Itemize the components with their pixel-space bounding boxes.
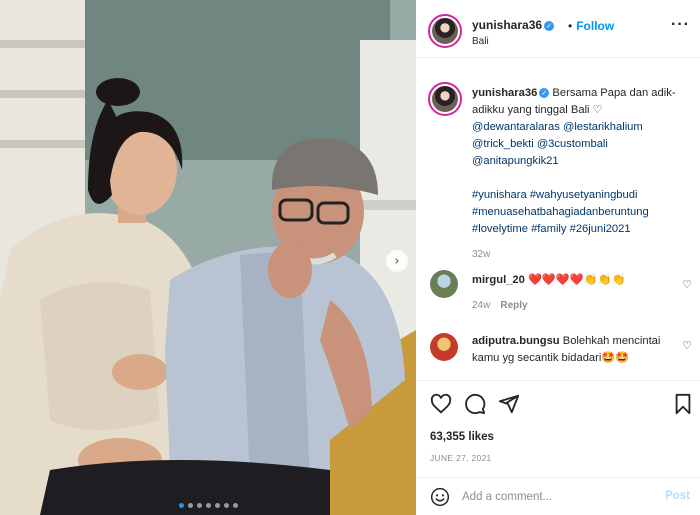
- comment-reply-button[interactable]: Reply: [500, 300, 527, 311]
- likes-count[interactable]: 63,355 likes: [430, 431, 494, 443]
- post-location[interactable]: Bali: [472, 36, 489, 47]
- commenter-avatar[interactable]: [430, 270, 458, 298]
- caption-mention[interactable]: @anitapungkik21: [472, 155, 559, 167]
- follow-button[interactable]: • Follow: [568, 19, 614, 33]
- caption-time[interactable]: 32w: [472, 246, 490, 263]
- caption-avatar[interactable]: [428, 82, 462, 116]
- photo-illustration: [0, 0, 416, 515]
- next-photo-button[interactable]: ›: [386, 250, 408, 272]
- commenter-avatar[interactable]: [430, 333, 458, 361]
- caption-username[interactable]: yunishara36: [472, 87, 537, 99]
- comment-text: adiputra.bungsu Bolehkah mencintai kamu …: [472, 333, 672, 367]
- comment-time[interactable]: 24w: [472, 300, 490, 311]
- post-header: yunishara36 ✓ • Follow Bali ···: [416, 0, 700, 58]
- comment-like-heart-icon[interactable]: ♡: [682, 278, 692, 291]
- caption-mention[interactable]: @lestarikhalium: [563, 121, 643, 133]
- carousel-dot: [205, 503, 211, 508]
- instagram-post-modal: › yunishara36 ✓ • Follow Bali ··· yunish…: [0, 0, 700, 515]
- share-icon[interactable]: [498, 393, 520, 415]
- chevron-right-icon: ›: [394, 253, 400, 269]
- post-side-panel: yunishara36 ✓ • Follow Bali ··· yunishara3…: [416, 0, 700, 515]
- carousel-dot: [196, 503, 202, 508]
- carousel-dot: [214, 503, 220, 508]
- caption-mention[interactable]: @trick_bekti: [472, 138, 534, 150]
- follow-button-label[interactable]: Follow: [576, 19, 614, 33]
- comment-username[interactable]: mirgul_20: [472, 274, 525, 286]
- carousel-dot: [187, 503, 193, 508]
- header-separator: •: [568, 19, 573, 33]
- author-avatar[interactable]: [428, 14, 462, 48]
- verified-badge-icon: ✓: [544, 21, 555, 31]
- comment-body: ❤️❤️❤️❤️👏👏👏: [527, 274, 626, 286]
- carousel-dot: [232, 503, 238, 508]
- comment-icon[interactable]: [464, 393, 486, 415]
- comment-text: mirgul_20 ❤️❤️❤️❤️👏👏👏: [472, 272, 672, 289]
- carousel-dot: [178, 503, 184, 508]
- heart-icon[interactable]: [430, 393, 452, 415]
- post-caption: yunishara36 ✓ Bersama Papa dan adik-adikk…: [472, 85, 692, 263]
- carousel-indicator: [0, 503, 416, 508]
- author-username-text[interactable]: yunishara36: [472, 18, 542, 32]
- bookmark-icon[interactable]: [672, 393, 694, 415]
- caption-hashtags[interactable]: #yunishara #wahyusetyaningbudi #menuaseh…: [472, 189, 649, 235]
- carousel-dot: [223, 503, 229, 508]
- more-icon[interactable]: ···: [671, 16, 690, 34]
- post-comment-button[interactable]: Post: [665, 490, 690, 502]
- caption-mention[interactable]: @dewantaralaras: [472, 121, 560, 133]
- post-actions: 63,355 likes JUNE 27, 2021: [416, 380, 700, 480]
- comment-like-heart-icon[interactable]: ♡: [682, 339, 692, 352]
- comment-meta: 24w Reply: [472, 300, 528, 311]
- caption-mention[interactable]: @3custombali: [537, 138, 608, 150]
- add-comment-bar: Post: [416, 477, 700, 515]
- smiley-icon[interactable]: [430, 487, 450, 507]
- post-date[interactable]: JUNE 27, 2021: [430, 453, 492, 463]
- verified-badge-icon: ✓: [539, 88, 550, 98]
- comment-username[interactable]: adiputra.bungsu: [472, 335, 560, 347]
- post-photo[interactable]: ›: [0, 0, 416, 515]
- author-username[interactable]: yunishara36 ✓: [472, 18, 555, 32]
- comment-input[interactable]: [462, 488, 652, 506]
